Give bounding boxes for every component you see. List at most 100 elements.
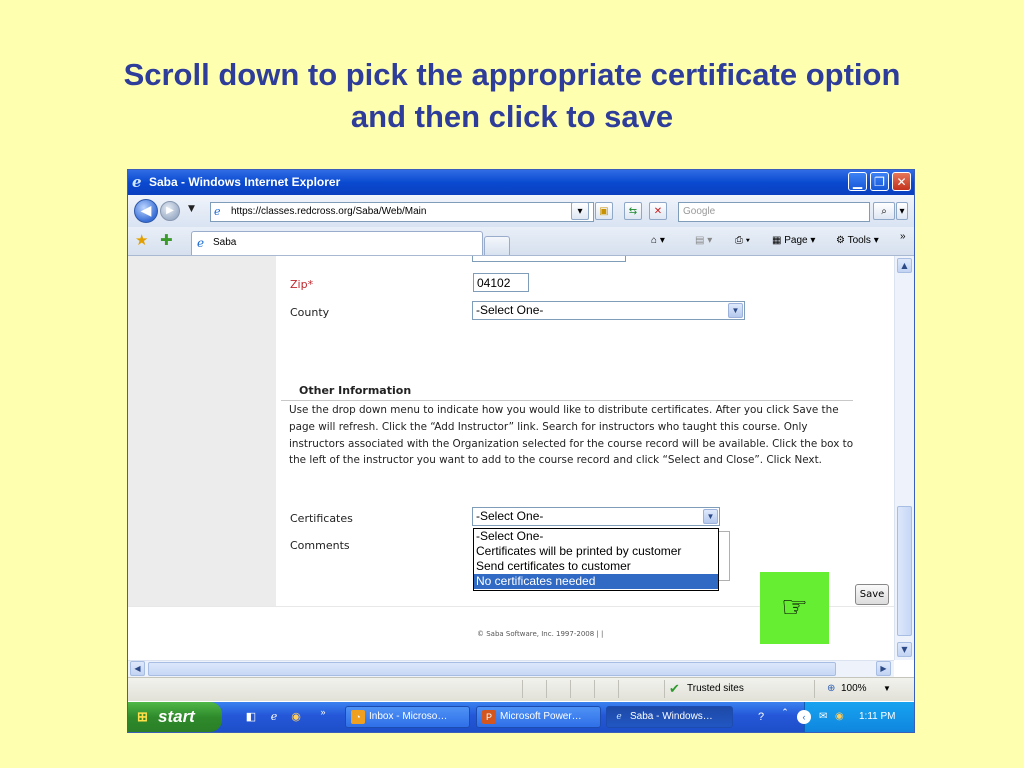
slide-title: Scroll down to pick the appropriate cert… bbox=[0, 54, 1024, 138]
section-divider bbox=[281, 400, 853, 401]
scroll-right-icon[interactable]: ▶ bbox=[876, 661, 891, 676]
close-button[interactable]: ✕ bbox=[892, 172, 911, 191]
ie-logo-icon: e bbox=[132, 173, 142, 191]
history-dropdown-icon[interactable]: ▼ bbox=[188, 204, 195, 214]
window-title: Saba - Windows Internet Explorer bbox=[149, 175, 341, 189]
certificates-dropdown-list[interactable]: -Select One- Certificates will be printe… bbox=[473, 528, 719, 591]
instructions-text: Use the drop down menu to indicate how y… bbox=[289, 404, 854, 467]
status-cell bbox=[618, 680, 643, 698]
left-sidebar bbox=[128, 256, 276, 606]
back-button[interactable]: ◀ bbox=[134, 199, 158, 223]
scroll-left-icon[interactable]: ◀ bbox=[130, 661, 145, 676]
certificates-select[interactable]: -Select One- ▼ bbox=[472, 507, 720, 526]
scroll-down-icon[interactable]: ▼ bbox=[897, 642, 912, 657]
zoom-control[interactable]: ⊕ 100% ▼ bbox=[814, 680, 910, 698]
horizontal-scrollbar[interactable]: ◀ ▶ bbox=[128, 660, 894, 677]
tab-toolbar: ★ ✚ e Saba ⌂ ▾ ▤ ▾ ⎙ ▾ ▦ Page ▾ ⚙ Tools … bbox=[128, 227, 914, 256]
home-icon[interactable]: ⌂ ▾ bbox=[651, 233, 665, 249]
clock[interactable]: 1:11 PM bbox=[859, 702, 896, 732]
slide-title-line2: and then click to save bbox=[350, 99, 674, 134]
chevron-down-icon[interactable]: ▼ bbox=[728, 303, 743, 318]
checkmark-icon: ✔ bbox=[669, 681, 680, 696]
lock-icon[interactable]: ▣ bbox=[595, 202, 613, 220]
page-icon: e bbox=[214, 205, 221, 218]
gear-icon: ⚙ bbox=[836, 235, 848, 246]
refresh-icon[interactable]: ⇆ bbox=[624, 202, 642, 220]
taskbar-item-powerpoint[interactable]: P Microsoft Power… bbox=[476, 706, 601, 728]
tab-ie-icon: e bbox=[197, 236, 205, 250]
feeds-icon[interactable]: ▤ ▾ bbox=[695, 233, 712, 249]
section-title: Other Information bbox=[299, 384, 412, 397]
tab-label: Saba bbox=[213, 237, 237, 248]
favorites-star-icon[interactable]: ★ bbox=[135, 232, 148, 248]
chevron-down-icon[interactable]: ▼ bbox=[703, 509, 718, 524]
zip-input[interactable]: 04102 bbox=[473, 273, 529, 292]
add-favorite-icon[interactable]: ✚ bbox=[160, 232, 173, 248]
outlook-icon: ◔ bbox=[351, 710, 365, 724]
taskbar-item-label: Microsoft Power… bbox=[500, 711, 582, 722]
window-titlebar[interactable]: e Saba - Windows Internet Explorer ▁ ❐ ✕ bbox=[128, 170, 914, 195]
status-cell bbox=[546, 680, 571, 698]
save-button[interactable]: Save bbox=[855, 584, 889, 605]
tray-expand-icon[interactable]: ‹ bbox=[797, 710, 811, 724]
forward-button[interactable]: ▶ bbox=[160, 201, 180, 221]
new-tab-button[interactable] bbox=[484, 236, 510, 255]
system-tray: ‹ ✉ ◉ 1:11 PM bbox=[797, 702, 914, 732]
taskbar-item-label: Inbox - Microso… bbox=[369, 711, 448, 722]
forward-arrow-icon: ▶ bbox=[166, 205, 174, 216]
dropdown-option[interactable]: Certificates will be printed by customer bbox=[474, 544, 718, 559]
reminder-icon[interactable]: ◉ bbox=[835, 702, 844, 732]
mail-icon[interactable]: ✉ bbox=[819, 702, 827, 732]
search-icon[interactable]: ⌕ bbox=[873, 202, 895, 220]
scroll-up-icon[interactable]: ▲ bbox=[897, 258, 912, 273]
slide-title-line1: Scroll down to pick the appropriate cert… bbox=[123, 57, 901, 92]
status-cell bbox=[594, 680, 619, 698]
desktop-icon[interactable]: ◧ bbox=[244, 710, 258, 724]
tab-saba[interactable]: e Saba bbox=[191, 231, 483, 255]
address-dropdown-icon[interactable]: ▾ bbox=[571, 202, 589, 220]
tools-menu[interactable]: ⚙ Tools ▾ bbox=[836, 233, 879, 249]
start-button[interactable]: ⊞ start bbox=[128, 702, 222, 732]
help-icon[interactable]: ? bbox=[754, 710, 768, 724]
county-select[interactable]: -Select One- ▼ bbox=[472, 301, 745, 320]
search-input[interactable]: Google bbox=[678, 202, 870, 222]
vertical-scrollbar[interactable]: ▲ ▼ bbox=[894, 256, 914, 660]
tools-menu-label: Tools bbox=[847, 235, 871, 246]
status-bar: ✔ Trusted sites ⊕ 100% ▼ bbox=[128, 677, 914, 701]
outlook-quicklaunch-icon[interactable]: ◉ bbox=[289, 710, 303, 724]
copyright-footer: © Saba Software, Inc. 1997-2008 | | bbox=[477, 630, 604, 638]
security-zone[interactable]: ✔ Trusted sites bbox=[664, 680, 815, 698]
vertical-scroll-thumb[interactable] bbox=[897, 506, 912, 636]
previous-field-input[interactable] bbox=[472, 256, 626, 262]
comments-label: Comments bbox=[290, 539, 350, 552]
dropdown-option[interactable]: -Select One- bbox=[474, 529, 718, 544]
ie-quicklaunch-icon[interactable]: e bbox=[267, 710, 281, 724]
page-menu[interactable]: ▦ Page ▾ bbox=[772, 233, 815, 249]
toolbar-overflow-icon[interactable]: » bbox=[900, 229, 906, 245]
status-cell bbox=[570, 680, 595, 698]
ie-icon: e bbox=[616, 712, 622, 722]
address-bar[interactable]: e https://classes.redcross.org/Saba/Web/… bbox=[210, 202, 594, 222]
dropdown-option-selected[interactable]: No certificates needed bbox=[474, 574, 718, 589]
search-options-icon[interactable]: ▾ bbox=[896, 202, 908, 220]
powerpoint-icon: P bbox=[482, 710, 496, 724]
taskbar-item-inbox[interactable]: ◔ Inbox - Microso… bbox=[345, 706, 470, 728]
dropdown-option[interactable]: Send certificates to customer bbox=[474, 559, 718, 574]
address-toolbar: ◀ ▶ ▼ e https://classes.redcross.org/Sab… bbox=[128, 195, 914, 228]
certificates-label: Certificates bbox=[290, 512, 353, 525]
taskbar-item-label: Saba - Windows… bbox=[630, 711, 713, 722]
tray-overflow-icon[interactable]: ⌃ bbox=[778, 705, 792, 719]
start-label: start bbox=[158, 707, 195, 726]
zoom-dropdown-icon[interactable]: ▼ bbox=[883, 678, 891, 700]
minimize-button[interactable]: ▁ bbox=[848, 172, 867, 191]
restore-button[interactable]: ❐ bbox=[870, 172, 889, 191]
back-arrow-icon: ◀ bbox=[140, 203, 152, 219]
pointing-hand-icon: ☞ bbox=[760, 572, 829, 644]
horizontal-scroll-thumb[interactable] bbox=[148, 662, 836, 676]
taskbar-item-saba[interactable]: e Saba - Windows… bbox=[606, 706, 733, 728]
stop-icon[interactable]: ✕ bbox=[649, 202, 667, 220]
windows-taskbar: ⊞ start ◧ e ◉ » ◔ Inbox - Microso… P Mic… bbox=[128, 702, 914, 732]
quicklaunch-overflow-icon[interactable]: » bbox=[316, 705, 330, 719]
print-icon[interactable]: ⎙ ▾ bbox=[735, 233, 750, 249]
county-select-value: -Select One- bbox=[476, 303, 544, 317]
